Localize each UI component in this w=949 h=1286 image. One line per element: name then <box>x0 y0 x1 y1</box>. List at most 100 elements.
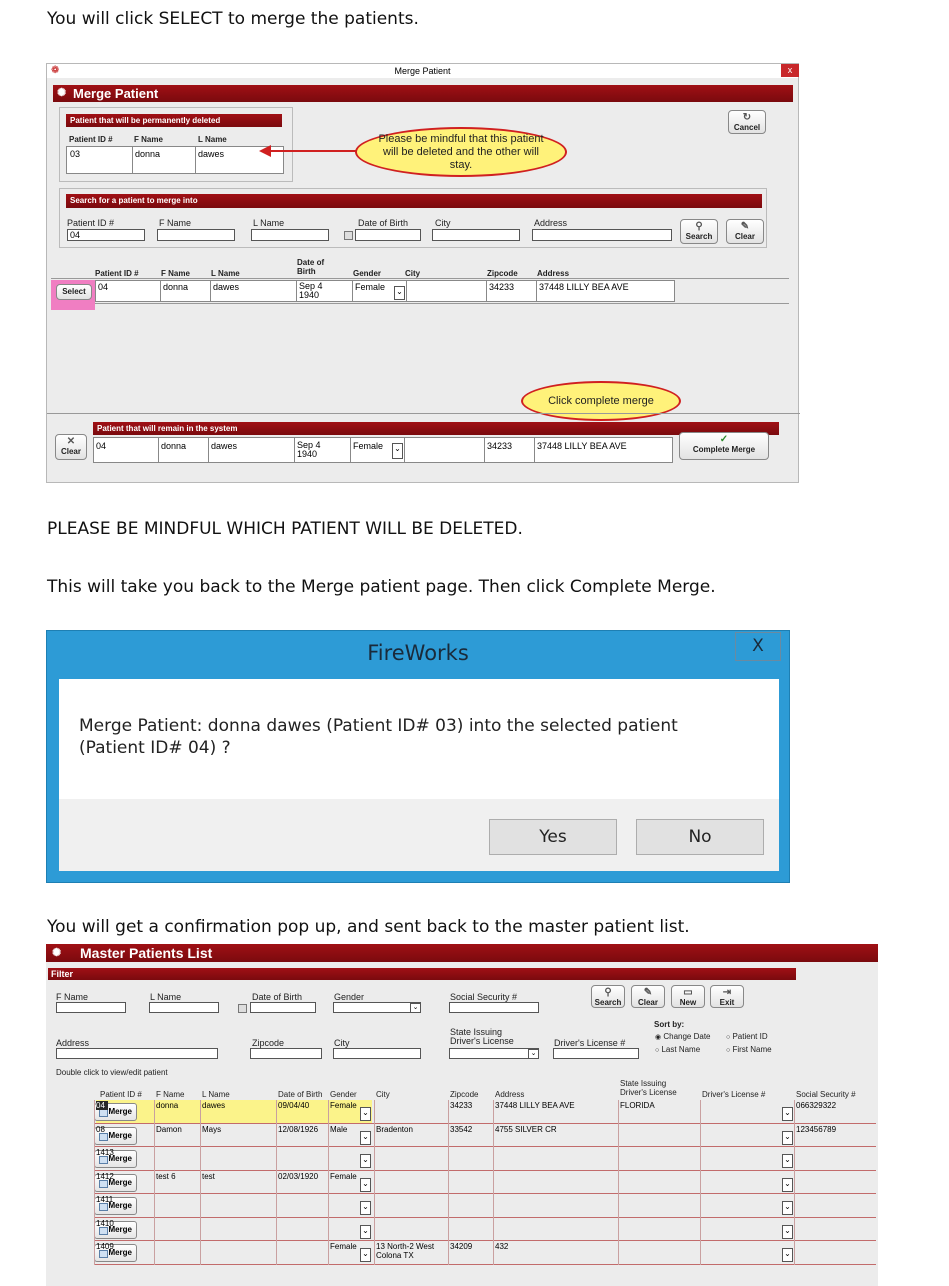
col-ssn: Social Security # <box>796 1090 856 1099</box>
col-divider <box>328 1100 329 1124</box>
col-divider <box>328 1194 329 1218</box>
calendar-icon[interactable] <box>238 1004 247 1013</box>
chevron-down-icon[interactable]: ⌄ <box>782 1248 793 1262</box>
chevron-down-icon[interactable]: ⌄ <box>782 1224 793 1239</box>
fireworks-dialog: FireWorks X Merge Patient: donna dawes (… <box>46 630 790 883</box>
cell-lname: Mays <box>202 1124 222 1134</box>
chevron-down-icon[interactable]: ⌄ <box>360 1224 371 1239</box>
master-exit-button[interactable]: ⇥ Exit <box>710 985 744 1008</box>
search-panel: Search for a patient to merge into Patie… <box>59 188 767 248</box>
cell-ssn: 066329322 <box>796 1101 837 1110</box>
label-address: Address <box>534 218 568 228</box>
cell-dob: 12/08/1926 <box>278 1124 319 1134</box>
dl-filter-input[interactable] <box>553 1048 639 1059</box>
col-divider <box>794 1241 795 1265</box>
sort-change-date[interactable]: ◉ Change Date <box>655 1032 711 1041</box>
col-divider <box>618 1147 619 1171</box>
chevron-down-icon[interactable]: ⌄ <box>782 1201 793 1215</box>
col-divider <box>794 1170 795 1194</box>
cell-address: 4755 SILVER CR <box>495 1124 557 1134</box>
chevron-down-icon[interactable]: ⌄ <box>360 1201 371 1215</box>
master-search-button[interactable]: ⚲ Search <box>591 985 625 1008</box>
col-divider <box>794 1123 795 1147</box>
window-close-button[interactable]: x <box>781 64 799 77</box>
dialog-message-area: Merge Patient: donna dawes (Patient ID# … <box>59 679 779 799</box>
col-divider <box>794 1217 795 1241</box>
table-row[interactable] <box>46 1147 878 1171</box>
col-address: Address <box>495 1090 525 1099</box>
state-filter-select[interactable] <box>449 1048 539 1059</box>
label-fname: F Name <box>159 218 192 228</box>
label-lname: L Name <box>150 992 182 1002</box>
city-input[interactable] <box>432 229 520 241</box>
table-row[interactable] <box>46 1194 878 1218</box>
chevron-down-icon[interactable]: ⌄ <box>360 1154 371 1168</box>
logo-icon: ✺ <box>52 947 62 959</box>
result-row[interactable]: 04 donna dawes Sep 4 1940 Female ⌄ 34233… <box>95 280 675 302</box>
sort-patient-id[interactable]: ○ Patient ID <box>726 1032 768 1041</box>
label-dl: Driver's License # <box>554 1038 626 1048</box>
search-clear-button[interactable]: ✎ Clear <box>726 219 764 244</box>
merge-patient-window: ❁ Merge Patient x ✺ Merge Patient Patien… <box>46 63 800 483</box>
search-button[interactable]: ⚲ Search <box>680 219 718 244</box>
chevron-down-icon[interactable]: ⌄ <box>782 1154 793 1168</box>
chevron-down-icon[interactable]: ⌄ <box>360 1107 371 1121</box>
label-gender: Gender <box>334 992 365 1002</box>
col-divider <box>700 1241 701 1265</box>
fname-filter-input[interactable] <box>56 1002 126 1013</box>
col-divider <box>700 1170 701 1194</box>
master-new-button[interactable]: ▭ New <box>671 985 705 1008</box>
address-filter-input[interactable] <box>56 1048 218 1059</box>
chevron-down-icon[interactable]: ⌄ <box>528 1049 539 1059</box>
cancel-button[interactable]: ↻ Cancel <box>728 110 766 134</box>
city-filter-input[interactable] <box>333 1048 421 1059</box>
col-result-dob: Date of Birth <box>297 258 325 276</box>
col-lname: L Name <box>202 1090 230 1099</box>
col-divider <box>448 1194 449 1218</box>
no-button[interactable]: No <box>636 819 764 855</box>
col-divider <box>154 1100 155 1124</box>
calendar-icon[interactable] <box>344 231 353 240</box>
sort-last-name[interactable]: ○ Last Name <box>655 1045 700 1054</box>
address-input[interactable] <box>532 229 672 241</box>
eraser-icon: ✎ <box>643 987 653 998</box>
patient-id-input[interactable]: 04 <box>67 229 145 241</box>
ssn-filter-input[interactable] <box>449 1002 539 1013</box>
lname-filter-input[interactable] <box>149 1002 219 1013</box>
chevron-down-icon[interactable]: ⌄ <box>782 1107 793 1121</box>
table-row[interactable] <box>46 1218 878 1242</box>
remain-gender-dropdown[interactable]: ⌄ <box>392 443 403 459</box>
select-button[interactable]: Select <box>56 284 92 300</box>
sort-first-name[interactable]: ○ First Name <box>726 1045 772 1054</box>
sort-by-label: Sort by: <box>654 1020 685 1029</box>
col-zip: Zipcode <box>450 1090 479 1099</box>
chevron-down-icon[interactable]: ⌄ <box>782 1177 793 1192</box>
label-patient-id: Patient ID # <box>67 218 115 228</box>
master-clear-button[interactable]: ✎ Clear <box>631 985 665 1008</box>
col-divider <box>700 1217 701 1241</box>
yes-button[interactable]: Yes <box>489 819 617 855</box>
remain-zip: 34233 <box>487 441 513 451</box>
cell-fname: Damon <box>156 1124 182 1134</box>
col-divider <box>493 1170 494 1194</box>
remain-clear-button[interactable]: ✕ Clear <box>55 434 87 460</box>
chevron-down-icon[interactable]: ⌄ <box>410 1003 421 1013</box>
search-section-title: Search for a patient to merge into <box>66 194 762 208</box>
gender-filter-select[interactable] <box>333 1002 421 1013</box>
lname-input[interactable] <box>251 229 329 241</box>
complete-merge-button[interactable]: ✓ Complete Merge <box>679 432 769 460</box>
dob-filter-input[interactable] <box>250 1002 316 1013</box>
fname-input[interactable] <box>157 229 235 241</box>
col-divider <box>276 1123 277 1147</box>
dialog-close-button[interactable]: X <box>735 632 781 661</box>
zip-filter-input[interactable] <box>250 1048 322 1059</box>
remain-section-title: Patient that will remain in the system <box>93 422 779 435</box>
chevron-down-icon[interactable]: ⌄ <box>360 1130 371 1145</box>
chevron-down-icon[interactable]: ⌄ <box>360 1177 371 1192</box>
chevron-down-icon[interactable]: ⌄ <box>360 1248 371 1262</box>
col-divider <box>94 1147 95 1171</box>
chevron-down-icon[interactable]: ⌄ <box>782 1130 793 1145</box>
gender-dropdown[interactable]: ⌄ <box>394 286 405 300</box>
col-divider <box>700 1100 701 1124</box>
dob-input[interactable] <box>355 229 421 241</box>
